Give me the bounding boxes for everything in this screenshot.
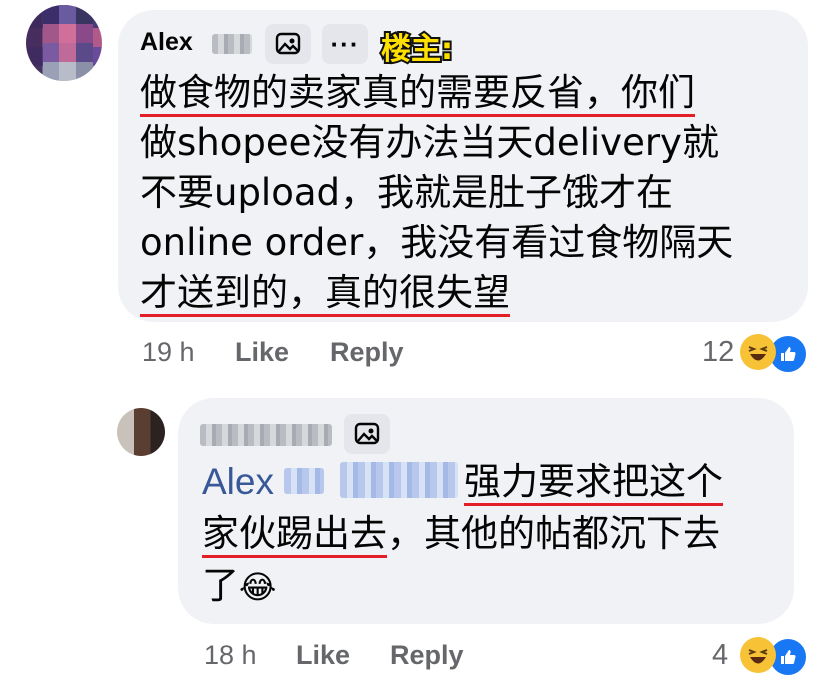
- more-icon[interactable]: ···: [322, 24, 368, 64]
- comment-line: 才送到的，真的很失望: [140, 267, 510, 319]
- sticker-icon[interactable]: [344, 414, 390, 454]
- reaction-count[interactable]: 12: [702, 336, 734, 369]
- haha-icon: [740, 637, 776, 673]
- timestamp[interactable]: 18 h: [204, 640, 257, 671]
- blurred-mention[interactable]: [284, 468, 324, 494]
- comment-line: 强力要求把这个: [464, 456, 723, 508]
- like-button[interactable]: Like: [235, 337, 289, 368]
- avatar[interactable]: [117, 408, 165, 456]
- comment-line: Alex: [202, 456, 274, 508]
- mention-link[interactable]: Alex: [202, 461, 274, 502]
- blurred-mention[interactable]: [340, 462, 458, 498]
- comment-line: 做食物的卖家真的需要反省，你们: [140, 67, 695, 119]
- avatar[interactable]: [26, 5, 102, 81]
- op-badge: 楼主:: [379, 30, 455, 69]
- comment-line: 不要upload，我就是肚子饿才在: [140, 171, 674, 214]
- comment-line: online order，我没有看过食物隔天: [140, 221, 734, 264]
- sticker-icon[interactable]: [265, 24, 311, 64]
- blurred-name[interactable]: [200, 424, 332, 446]
- laughing-emoji: 😂: [239, 568, 277, 606]
- like-button[interactable]: Like: [296, 640, 350, 671]
- reaction-count[interactable]: 4: [712, 639, 728, 672]
- comment-line: 家伙踢出去，其他的帖都沉下去: [202, 508, 720, 560]
- comment-line: 做shopee没有办法当天delivery就: [140, 121, 719, 164]
- haha-icon: [740, 334, 776, 370]
- reply-button[interactable]: Reply: [330, 337, 404, 368]
- blurred-name: [212, 34, 252, 54]
- reply-button[interactable]: Reply: [390, 640, 464, 671]
- author-name[interactable]: Alex: [140, 28, 193, 57]
- comment-line: 了😂: [202, 564, 277, 607]
- timestamp[interactable]: 19 h: [142, 337, 195, 368]
